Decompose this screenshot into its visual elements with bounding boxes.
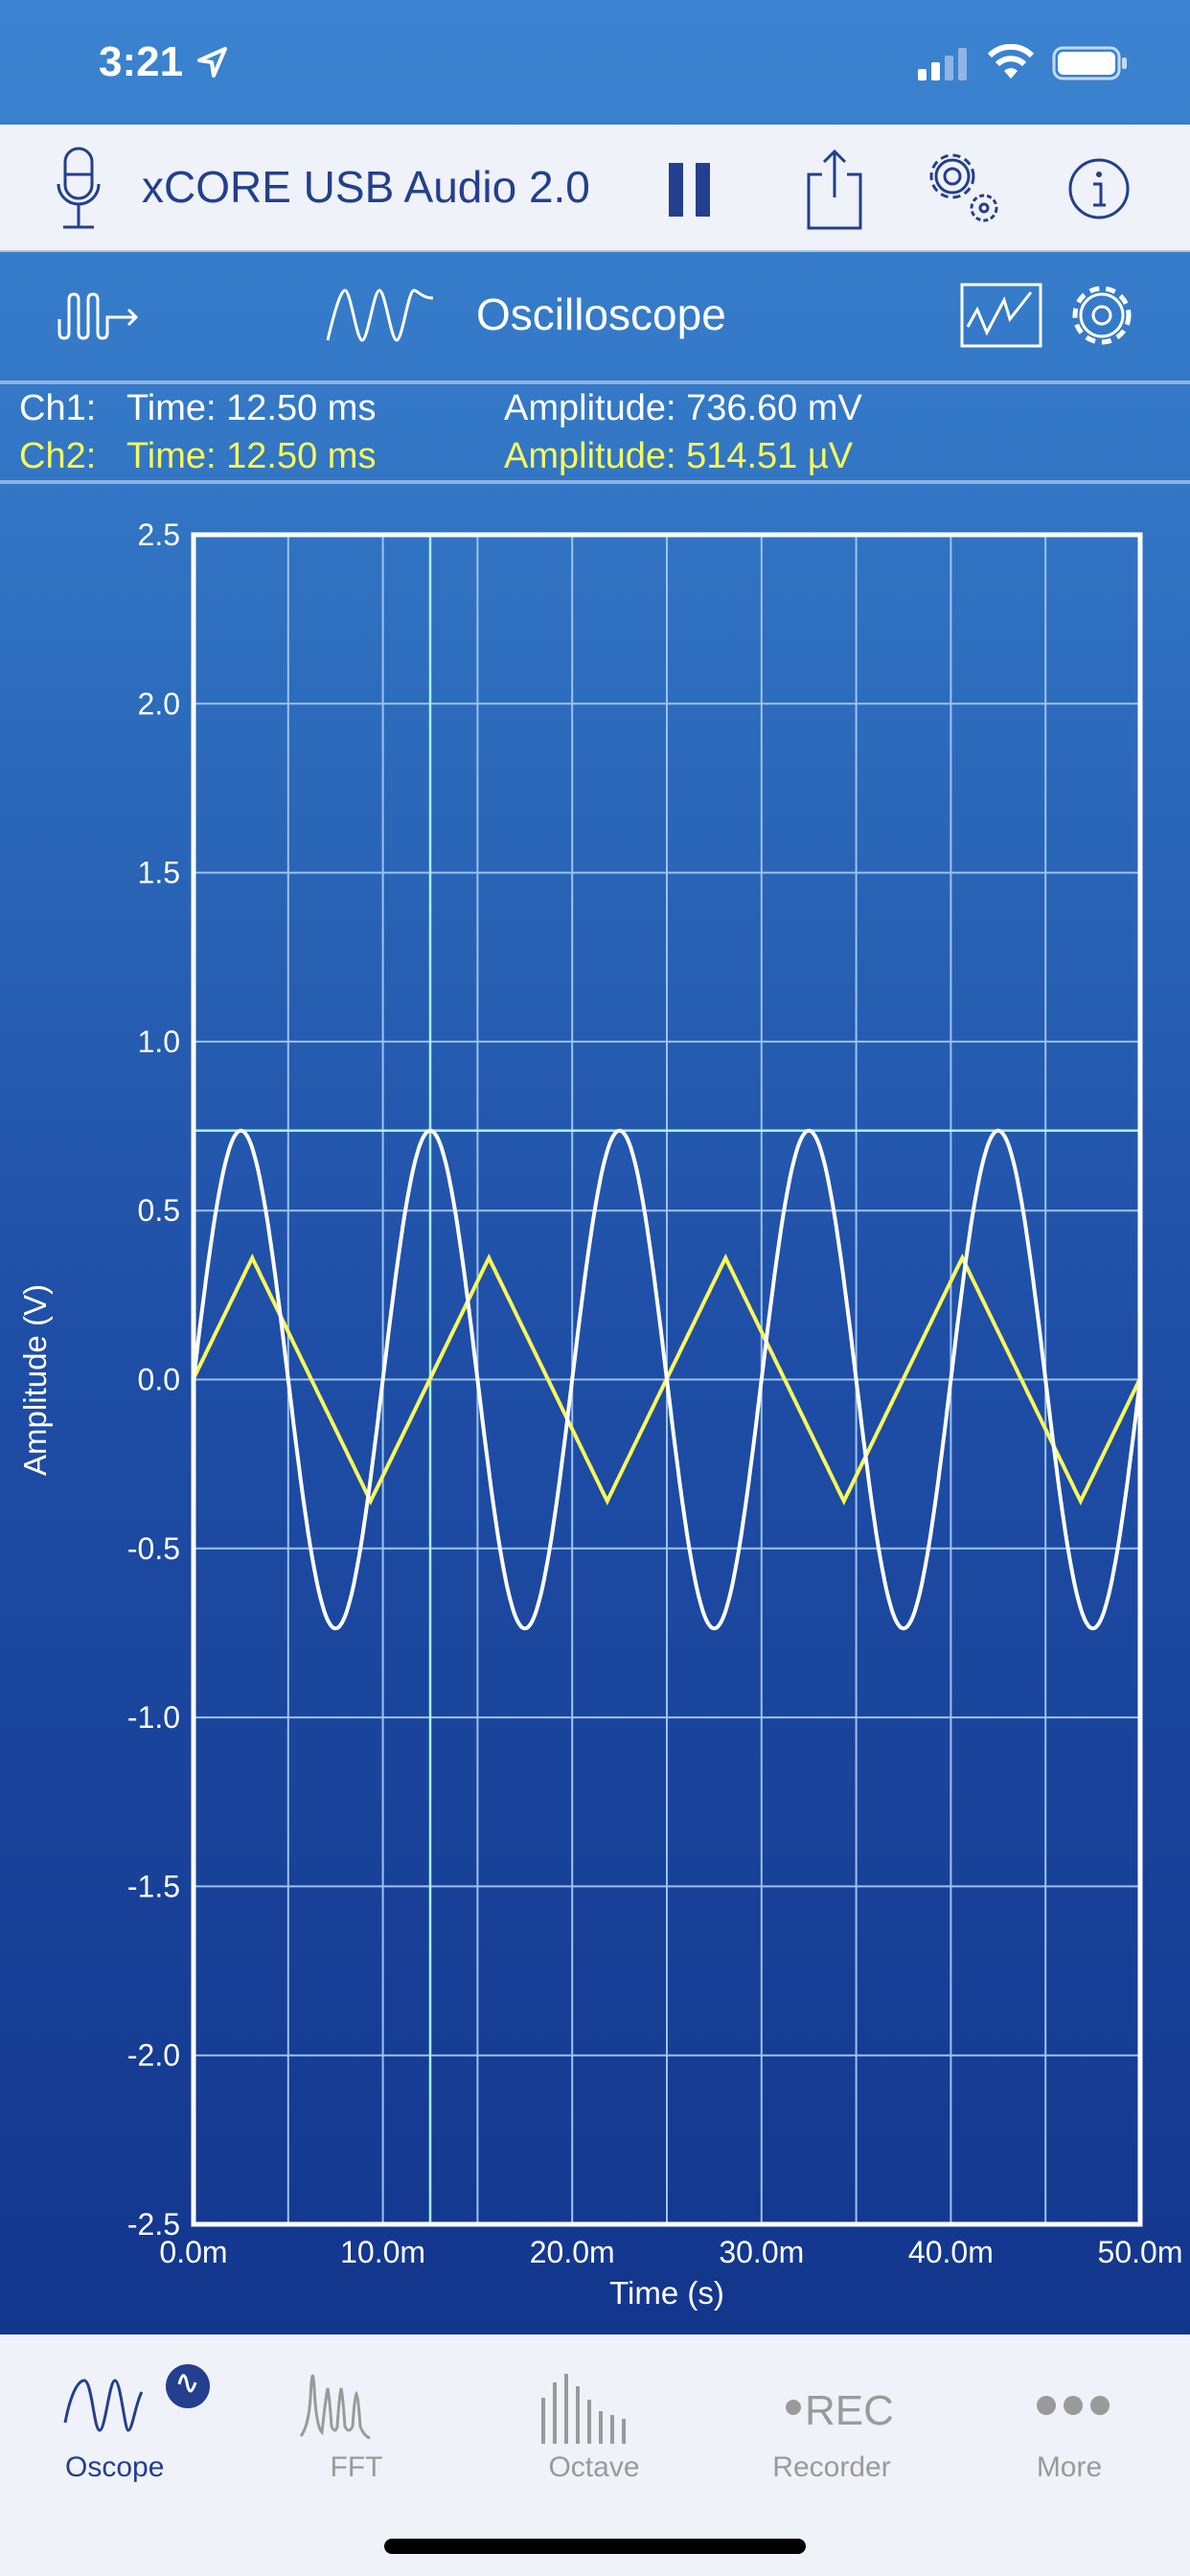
signal-icon [918, 48, 967, 80]
wifi-icon [987, 44, 1035, 79]
info-icon[interactable] [1067, 157, 1131, 220]
octave-icon [541, 2374, 626, 2444]
y-axis-label: Amplitude (V) [17, 1284, 53, 1476]
svg-text:REC: REC [805, 2387, 894, 2434]
x-tick-label: 0.0m [159, 2235, 227, 2269]
x-tick-label: 10.0m [340, 2235, 425, 2269]
x-tick-label: 50.0m [1098, 2235, 1183, 2269]
mode-title: Oscilloscope [476, 289, 726, 339]
y-tick-label: 2.5 [138, 518, 180, 552]
fft-icon [299, 2374, 371, 2440]
share-icon[interactable] [805, 148, 866, 230]
ch2-amplitude: Amplitude: 514.51 µV [504, 436, 854, 476]
x-tick-label: 40.0m [908, 2235, 994, 2269]
x-axis-label: Time (s) [609, 2275, 724, 2311]
y-tick-label: 1.0 [138, 1024, 180, 1059]
more-dots-icon [1037, 2396, 1110, 2415]
y-tick-label: 2.0 [138, 686, 180, 721]
cursor-readout: Ch1: Time: 12.50 ms Amplitude: 736.60 mV… [0, 380, 1190, 484]
device-title[interactable]: xCORE USB Audio 2.0 [142, 161, 590, 213]
sine-wave-icon [326, 288, 434, 342]
tab-label: Octave [548, 2451, 640, 2483]
battery-icon [1052, 46, 1127, 80]
microphone-icon[interactable] [56, 146, 103, 230]
mode-toolbar: Oscilloscope [0, 252, 1190, 380]
y-tick-label: -2.0 [127, 2038, 180, 2073]
signal-generator-icon[interactable] [56, 290, 142, 342]
x-tick-label: 20.0m [530, 2235, 615, 2269]
tab-label: Oscope [65, 2451, 165, 2483]
settings-gears-icon[interactable] [922, 146, 1008, 230]
tab-fft[interactable]: FFT [238, 2334, 475, 2497]
x-tick-label: 30.0m [719, 2235, 804, 2269]
clock: 3:21 [99, 38, 184, 85]
ch2-label: Ch2: [19, 436, 97, 476]
y-tick-label: -0.5 [127, 1531, 180, 1566]
tab-recorder[interactable]: REC Recorder [713, 2334, 950, 2497]
ch1-time: Time: 12.50 ms [126, 388, 377, 428]
oscope-tab-icon [63, 2364, 210, 2432]
ch2-time: Time: 12.50 ms [126, 436, 377, 476]
tab-more[interactable]: More [950, 2334, 1188, 2497]
ch1-label: Ch1: [19, 388, 97, 428]
oscilloscope-chart[interactable]: 2.52.01.51.00.50.0-0.5-1.0-1.5-2.0-2.50.… [0, 484, 1190, 2334]
tab-label: More [1036, 2451, 1103, 2483]
y-tick-label: 1.5 [138, 856, 180, 890]
y-tick-label: 0.0 [138, 1363, 180, 1397]
tab-label: Recorder [772, 2451, 891, 2483]
tab-octave[interactable]: Octave [475, 2334, 713, 2497]
tab-label: FFT [330, 2451, 383, 2483]
y-tick-label: 0.5 [138, 1193, 180, 1228]
pause-icon[interactable] [667, 161, 715, 217]
trace-style-icon[interactable] [960, 283, 1042, 348]
ch1-amplitude: Amplitude: 736.60 mV [504, 388, 862, 428]
tab-oscope[interactable]: Oscope [0, 2334, 238, 2497]
app-header: xCORE USB Audio 2.0 [0, 125, 1190, 252]
y-tick-label: -1.0 [127, 1700, 180, 1735]
status-bar: 3:21 [0, 0, 1190, 125]
y-tick-label: -1.5 [127, 1869, 180, 1903]
gear-icon[interactable] [1069, 283, 1134, 348]
home-indicator[interactable] [384, 2539, 806, 2554]
location-arrow-icon [197, 47, 227, 78]
